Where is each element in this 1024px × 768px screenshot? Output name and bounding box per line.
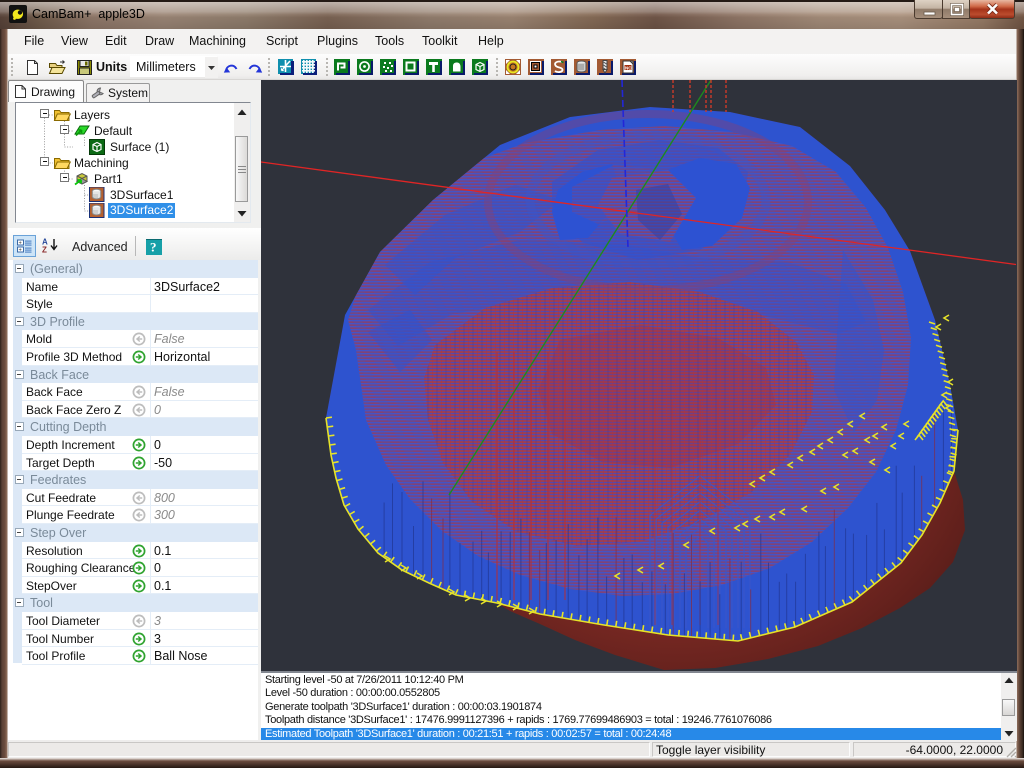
svg-text:+: + xyxy=(19,247,22,254)
svg-text:?: ? xyxy=(150,240,157,255)
svg-text:NC: NC xyxy=(625,65,632,70)
svg-text:Z: Z xyxy=(42,246,47,254)
svg-text:+: + xyxy=(19,240,22,247)
